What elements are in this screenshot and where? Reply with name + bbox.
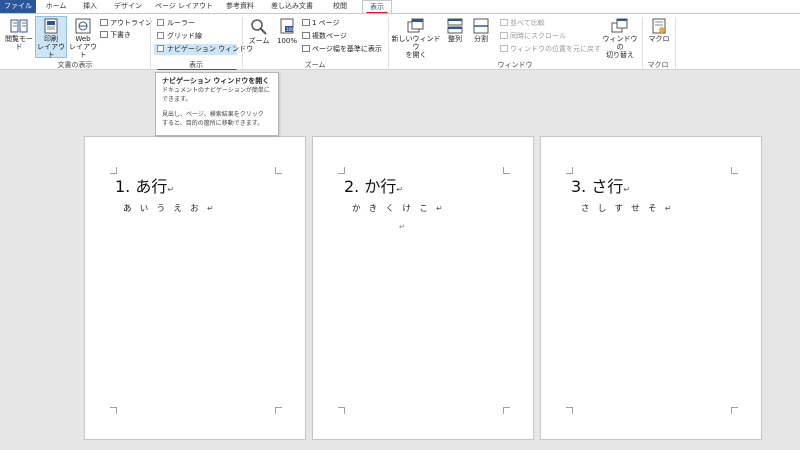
tab-references[interactable]: 参考資料 <box>220 0 260 13</box>
reset-window-position-button[interactable]: ウィンドウの位置を元に戻す <box>500 44 601 54</box>
ribbon-tab-bar: ファイル ホーム 挿入 デザイン ページ レイアウト 参考資料 差し込み文書 校… <box>0 0 800 15</box>
split-button[interactable]: 分割 <box>470 18 492 43</box>
switch-windows-icon <box>611 18 628 33</box>
draft-icon <box>100 31 108 38</box>
side-by-side-button[interactable]: 並べて比較 <box>500 18 545 28</box>
split-icon <box>473 18 489 34</box>
one-page-icon <box>302 19 310 26</box>
tooltip-line: すると、目的の箇所に移動できます。 <box>162 120 264 127</box>
nav-pane-tooltip: ナビゲーション ウィンドウを開く ドキュメントのナビゲーションが簡単に できます… <box>155 72 279 136</box>
empty-paragraph-mark: ↵ <box>399 223 405 231</box>
tab-home[interactable]: ホーム <box>40 0 72 13</box>
switch-windows-button[interactable]: ウィンドウの 切り替え <box>600 18 640 59</box>
zoom-100-icon: 100 <box>280 18 294 34</box>
new-window-icon <box>407 18 424 33</box>
ribbon-view: 閲覧モード 印刷 レイアウト Web レイアウト アウトライン 下書き 文書の表… <box>0 13 800 72</box>
body-line-3[interactable]: さしすせそ↵ <box>581 203 672 215</box>
arrange-all-icon <box>447 18 463 34</box>
multiple-pages-icon <box>302 32 310 39</box>
new-window-button[interactable]: 新しいウィンドウ を開く <box>390 18 442 59</box>
multiple-pages-button[interactable]: 複数ページ <box>302 31 347 41</box>
zoom-button[interactable]: ズーム <box>246 18 272 45</box>
outline-icon <box>100 19 108 26</box>
draft-button[interactable]: 下書き <box>100 30 131 40</box>
print-layout-icon <box>44 18 58 34</box>
ruler-checkbox[interactable]: ルーラー <box>157 18 195 28</box>
gridlines-checkbox[interactable]: グリッド線 <box>157 31 202 41</box>
web-layout-button[interactable]: Web レイアウト <box>67 18 99 59</box>
tab-insert[interactable]: 挿入 <box>76 0 104 13</box>
nav-pane-checkbox[interactable]: ナビゲーション ウィンドウ <box>157 44 253 54</box>
tooltip-title: ナビゲーション ウィンドウを開く <box>162 77 270 85</box>
tab-review[interactable]: 校閲 <box>326 0 354 13</box>
tooltip-line: ドキュメントのナビゲーションが簡単に <box>162 87 270 94</box>
svg-text:100: 100 <box>286 27 294 32</box>
page-1[interactable]: 1. あ行↵ あいうえお↵ <box>84 136 306 440</box>
macro-button[interactable]: マクロ <box>644 18 674 43</box>
tab-mailings[interactable]: 差し込み文書 <box>264 0 320 13</box>
tooltip-line: 見出し、ページ、検索結果をクリック <box>162 111 264 118</box>
arrange-all-button[interactable]: 整列 <box>444 18 466 43</box>
tab-design[interactable]: デザイン <box>108 0 148 13</box>
group-label-views: 文書の表示 <box>57 61 93 69</box>
group-label-zoom: ズーム <box>304 61 326 69</box>
reading-mode-button[interactable]: 閲覧モード <box>2 18 36 51</box>
macro-icon <box>652 18 666 34</box>
heading-1[interactable]: 1. あ行↵ <box>115 177 174 200</box>
heading-2[interactable]: 2. か行↵ <box>344 177 403 200</box>
zoom-100-button[interactable]: 100 100% <box>274 18 300 45</box>
group-label-macro: マクロ <box>647 61 669 69</box>
tab-file[interactable]: ファイル <box>0 0 36 13</box>
page-3[interactable]: 3. さ行↵ さしすせそ↵ <box>540 136 762 440</box>
group-separator <box>675 17 676 69</box>
page-2[interactable]: 2. か行↵ かきくけこ↵ ↵ <box>312 136 534 440</box>
page-width-button[interactable]: ページ幅を基準に表示 <box>302 44 382 54</box>
magnifier-icon <box>251 19 267 35</box>
print-layout-button[interactable]: 印刷 レイアウト <box>36 18 66 59</box>
sync-scroll-icon <box>500 32 508 39</box>
side-by-side-icon <box>500 19 508 26</box>
page-width-icon <box>302 45 310 52</box>
group-label-show: 表示 <box>189 61 203 69</box>
reading-mode-icon <box>10 19 28 33</box>
heading-3[interactable]: 3. さ行↵ <box>571 177 630 200</box>
web-layout-icon <box>75 18 91 34</box>
body-line-2[interactable]: かきくけこ↵ <box>352 203 443 215</box>
tab-page-layout[interactable]: ページ レイアウト <box>152 0 216 13</box>
outline-button[interactable]: アウトライン <box>100 18 152 28</box>
tooltip-line: できます。 <box>162 96 192 103</box>
one-page-button[interactable]: 1 ページ <box>302 18 340 28</box>
group-label-window: ウィンドウ <box>497 61 533 69</box>
sync-scroll-button[interactable]: 同時にスクロール <box>500 31 566 41</box>
reset-window-position-icon <box>500 45 508 52</box>
body-line-1[interactable]: あいうえお↵ <box>123 203 214 215</box>
